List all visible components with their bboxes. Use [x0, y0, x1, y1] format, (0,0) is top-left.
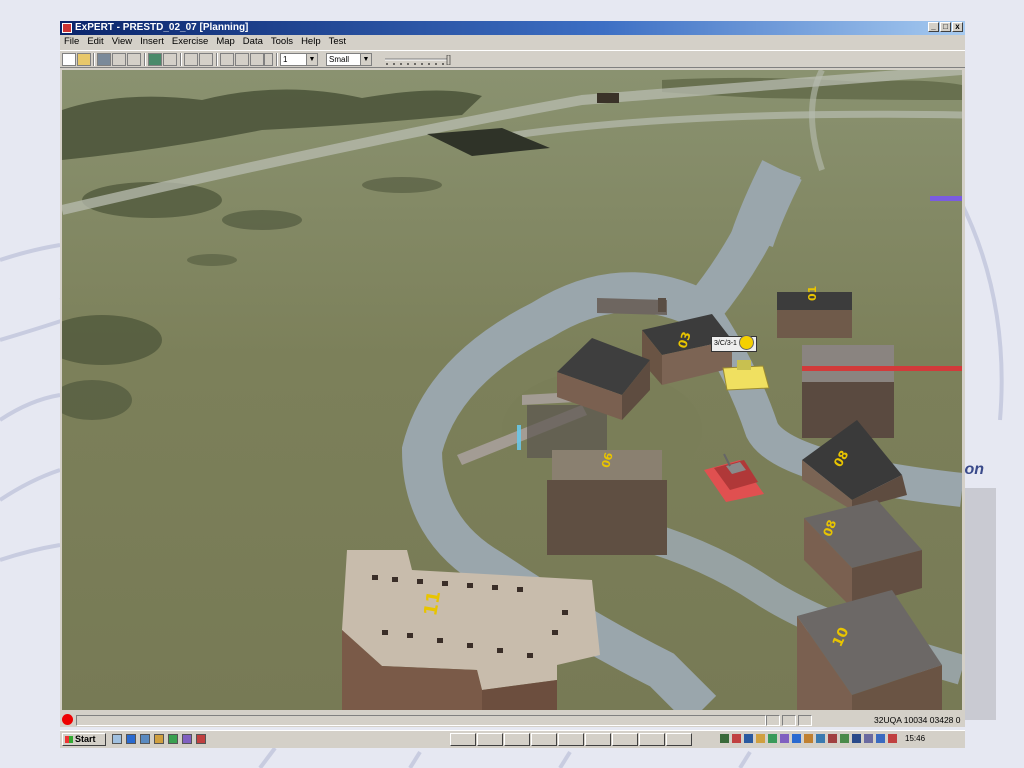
title-bar: ExPERT - PRESTD_02_07 [Planning] _ □ x: [60, 21, 965, 35]
task-button[interactable]: [531, 733, 557, 746]
terrain-3d-view[interactable]: 03 01 06 08 08 10 11 3/C/3-1: [62, 70, 962, 710]
move-icon[interactable]: [235, 53, 249, 66]
status-led-icon: [62, 714, 73, 725]
toolbar-separator: [216, 53, 218, 66]
browser-icon[interactable]: [126, 734, 136, 744]
computer-icon[interactable]: [798, 715, 812, 726]
system-tray: [720, 734, 900, 745]
number-combo-value: 1: [283, 55, 288, 64]
menu-bar: File Edit View Insert Exercise Map Data …: [60, 35, 965, 49]
menu-tools[interactable]: Tools: [267, 35, 297, 49]
pan-dropdown-icon[interactable]: [264, 53, 273, 66]
app-shortcut-icon[interactable]: [196, 734, 206, 744]
toolbar: 1 ▼ Small ▼: [60, 50, 965, 68]
menu-exercise[interactable]: Exercise: [168, 35, 212, 49]
unit-target-icon[interactable]: [739, 335, 754, 350]
tray-icon[interactable]: [756, 734, 765, 743]
task-button[interactable]: [504, 733, 530, 746]
toolbar-separator: [276, 53, 278, 66]
tray-icon[interactable]: [744, 734, 753, 743]
enemy-vehicle-icon[interactable]: [700, 448, 770, 503]
layers-icon[interactable]: [127, 53, 141, 66]
task-button[interactable]: [450, 733, 476, 746]
taskbar-clock[interactable]: 15:46: [905, 734, 925, 744]
tray-icon[interactable]: [876, 734, 885, 743]
app-shortcut-icon[interactable]: [154, 734, 164, 744]
task-button[interactable]: [666, 733, 692, 746]
filter-icon[interactable]: [782, 715, 796, 726]
tray-icon[interactable]: [888, 734, 897, 743]
clock-icon[interactable]: [766, 715, 780, 726]
expert-window: ExPERT - PRESTD_02_07 [Planning] _ □ x F…: [60, 21, 965, 727]
maximize-button[interactable]: □: [940, 22, 951, 32]
size-combo[interactable]: Small ▼: [326, 53, 372, 66]
friendly-unit-icon[interactable]: [717, 356, 772, 396]
taskbar: Start 15:46: [60, 730, 965, 748]
window-title: ExPERT - PRESTD_02_07 [Planning]: [75, 22, 249, 33]
pan-icon[interactable]: [250, 53, 264, 66]
task-button[interactable]: [612, 733, 638, 746]
chevron-down-icon[interactable]: ▼: [306, 54, 317, 65]
close-button[interactable]: x: [952, 22, 963, 32]
eraser-icon[interactable]: [199, 53, 213, 66]
menu-file[interactable]: File: [60, 35, 83, 49]
toolbar-separator: [180, 53, 182, 66]
slide-panel: [960, 488, 996, 720]
windows-logo-icon: [65, 736, 73, 743]
task-button[interactable]: [477, 733, 503, 746]
task-buttons: [450, 733, 715, 746]
tray-icon[interactable]: [804, 734, 813, 743]
menu-view[interactable]: View: [108, 35, 136, 49]
tray-icon[interactable]: [852, 734, 861, 743]
tray-icon[interactable]: [864, 734, 873, 743]
window-controls: _ □ x: [928, 22, 963, 32]
menu-map[interactable]: Map: [212, 35, 238, 49]
map-view-icon[interactable]: [148, 53, 162, 66]
menu-data[interactable]: Data: [239, 35, 267, 49]
tray-icon[interactable]: [780, 734, 789, 743]
number-combo[interactable]: 1 ▼: [280, 53, 318, 66]
terrain-render: 03 01 06 08 08 10 11: [62, 70, 962, 710]
task-button[interactable]: [558, 733, 584, 746]
new-file-icon[interactable]: [62, 53, 76, 66]
building-number: 11: [420, 589, 445, 617]
task-button[interactable]: [639, 733, 665, 746]
tray-icon[interactable]: [720, 734, 729, 743]
open-folder-icon[interactable]: [77, 53, 91, 66]
menu-help[interactable]: Help: [297, 35, 325, 49]
tray-icon[interactable]: [768, 734, 777, 743]
menu-edit[interactable]: Edit: [83, 35, 107, 49]
tray-icon[interactable]: [840, 734, 849, 743]
coordinate-readout: 32UQA 10034 03428 0: [874, 715, 961, 725]
minimize-button[interactable]: _: [928, 22, 939, 32]
menu-test[interactable]: Test: [325, 35, 350, 49]
start-label: Start: [75, 734, 96, 744]
pencil-icon[interactable]: [220, 53, 234, 66]
explorer-icon[interactable]: [140, 734, 150, 744]
record-icon[interactable]: [97, 53, 111, 66]
toolbar-separator: [144, 53, 146, 66]
toolbar-separator: [93, 53, 95, 66]
unit-marker-icon[interactable]: [930, 194, 962, 202]
app-icon: [62, 23, 72, 33]
start-button[interactable]: Start: [62, 733, 106, 746]
size-combo-value: Small: [329, 55, 350, 64]
zoom-slider[interactable]: [385, 55, 451, 65]
building-number: 01: [806, 286, 819, 301]
tool-icon[interactable]: [112, 53, 126, 66]
tray-icon[interactable]: [792, 734, 801, 743]
app-shortcut-icon[interactable]: [168, 734, 178, 744]
menu-insert[interactable]: Insert: [136, 35, 168, 49]
back-arrow-icon[interactable]: [184, 53, 198, 66]
task-button[interactable]: [585, 733, 611, 746]
desktop-icon[interactable]: [112, 734, 122, 744]
tray-icon[interactable]: [732, 734, 741, 743]
chevron-down-icon[interactable]: ▼: [360, 54, 371, 65]
tray-icon[interactable]: [828, 734, 837, 743]
app-shortcut-icon[interactable]: [182, 734, 192, 744]
tray-icon[interactable]: [816, 734, 825, 743]
zoom-icon[interactable]: [163, 53, 177, 66]
status-message: [76, 715, 766, 726]
